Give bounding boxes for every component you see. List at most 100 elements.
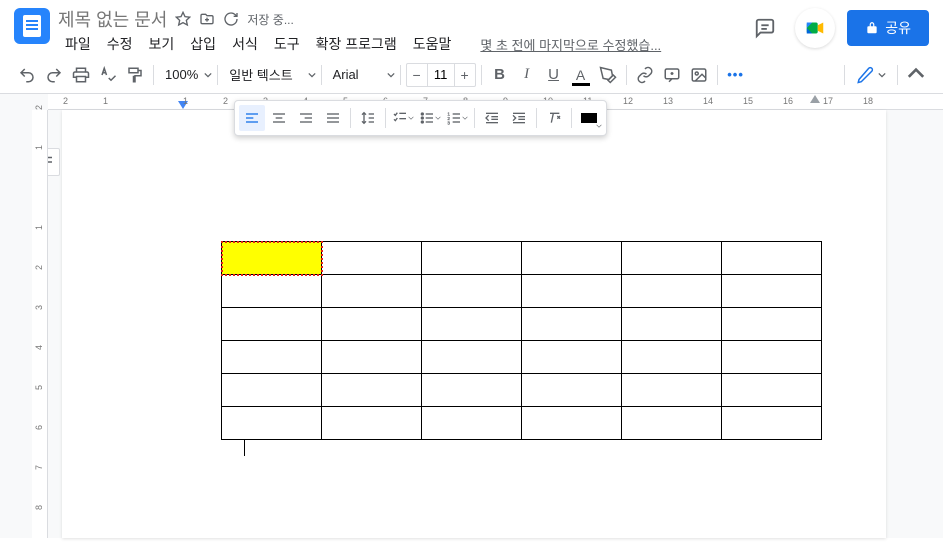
- menu-edit[interactable]: 수정: [100, 32, 140, 56]
- bold-button[interactable]: B: [487, 62, 513, 88]
- font-size-increase[interactable]: +: [455, 67, 475, 83]
- star-icon[interactable]: [175, 11, 191, 27]
- table-cell[interactable]: [322, 308, 422, 341]
- table-cell[interactable]: [422, 308, 522, 341]
- saving-status: 저장 중...: [247, 11, 293, 28]
- italic-button[interactable]: I: [514, 62, 540, 88]
- spellcheck-button[interactable]: [95, 62, 121, 88]
- style-dropdown[interactable]: 일반 텍스트: [223, 65, 315, 84]
- font-size-value[interactable]: 11: [427, 64, 455, 86]
- table-cell[interactable]: [622, 275, 722, 308]
- menu-help[interactable]: 도움말: [406, 32, 459, 56]
- pencil-icon: [856, 66, 874, 84]
- checklist-button[interactable]: [390, 105, 416, 131]
- chevron-down-icon: [878, 71, 886, 79]
- meet-icon[interactable]: [795, 8, 835, 48]
- table-cell[interactable]: [322, 341, 422, 374]
- image-button[interactable]: [686, 62, 712, 88]
- line-spacing-button[interactable]: [355, 105, 381, 131]
- underline-button[interactable]: U: [541, 62, 567, 88]
- table-cell[interactable]: [422, 374, 522, 407]
- table-cell[interactable]: [722, 242, 822, 275]
- table-cell[interactable]: [522, 308, 622, 341]
- highlight-button[interactable]: [595, 62, 621, 88]
- border-button[interactable]: [576, 105, 602, 131]
- table-cell[interactable]: [722, 341, 822, 374]
- menu-insert[interactable]: 삽입: [183, 32, 223, 56]
- align-center-button[interactable]: [266, 105, 292, 131]
- table-cell[interactable]: [422, 242, 522, 275]
- indent-button[interactable]: [506, 105, 532, 131]
- font-size-decrease[interactable]: −: [407, 67, 427, 83]
- bullet-list-button[interactable]: [417, 105, 443, 131]
- menu-file[interactable]: 파일: [58, 32, 98, 56]
- docs-logo[interactable]: [14, 8, 50, 44]
- table-cell[interactable]: [522, 242, 622, 275]
- document-page[interactable]: [62, 110, 886, 538]
- table-cell[interactable]: [622, 341, 722, 374]
- mode-dropdown[interactable]: [850, 64, 892, 86]
- table-cell[interactable]: [222, 275, 322, 308]
- cloud-sync-icon[interactable]: [223, 11, 239, 27]
- share-button[interactable]: 공유: [847, 10, 929, 46]
- table-cell[interactable]: [322, 242, 422, 275]
- floating-toolbar: 123: [234, 100, 607, 136]
- table-cell[interactable]: [222, 308, 322, 341]
- table-cell[interactable]: [722, 308, 822, 341]
- menu-tools[interactable]: 도구: [267, 32, 307, 56]
- undo-button[interactable]: [14, 62, 40, 88]
- table-cell[interactable]: [322, 407, 422, 440]
- table-cell[interactable]: [422, 275, 522, 308]
- font-dropdown[interactable]: Arial: [327, 67, 395, 82]
- table-cell[interactable]: [222, 242, 322, 275]
- table-cell[interactable]: [722, 407, 822, 440]
- text-cursor: [244, 440, 245, 456]
- table-cell[interactable]: [322, 374, 422, 407]
- table-cell[interactable]: [422, 407, 522, 440]
- zoom-dropdown[interactable]: 100%: [159, 67, 212, 82]
- redo-button[interactable]: [41, 62, 67, 88]
- table-cell[interactable]: [622, 374, 722, 407]
- table-cell[interactable]: [522, 275, 622, 308]
- comment-button[interactable]: [659, 62, 685, 88]
- outdent-button[interactable]: [479, 105, 505, 131]
- table-cell[interactable]: [622, 242, 722, 275]
- indent-marker-right[interactable]: [810, 94, 820, 103]
- doc-title[interactable]: 제목 없는 문서: [58, 6, 167, 32]
- table-cell[interactable]: [322, 275, 422, 308]
- table-cell[interactable]: [522, 407, 622, 440]
- numbered-list-button[interactable]: 123: [444, 105, 470, 131]
- document-table[interactable]: [221, 241, 822, 440]
- clear-format-button[interactable]: [541, 105, 567, 131]
- menu-bar: 파일 수정 보기 삽입 서식 도구 확장 프로그램 도움말 몇 초 전에 마지막…: [58, 32, 747, 56]
- vertical-ruler[interactable]: 2112345678: [32, 110, 48, 538]
- menu-view[interactable]: 보기: [142, 32, 182, 56]
- font-size-control[interactable]: − 11 +: [406, 63, 476, 87]
- align-left-button[interactable]: [239, 105, 265, 131]
- text-color-button[interactable]: A: [568, 62, 594, 88]
- table-cell[interactable]: [722, 374, 822, 407]
- link-button[interactable]: [632, 62, 658, 88]
- paint-format-button[interactable]: [122, 62, 148, 88]
- table-cell[interactable]: [222, 407, 322, 440]
- more-button[interactable]: •••: [723, 62, 749, 88]
- menu-format[interactable]: 서식: [225, 32, 265, 56]
- table-cell[interactable]: [422, 341, 522, 374]
- table-cell[interactable]: [222, 374, 322, 407]
- align-justify-button[interactable]: [320, 105, 346, 131]
- print-button[interactable]: [68, 62, 94, 88]
- comments-icon[interactable]: [747, 10, 783, 46]
- table-cell[interactable]: [522, 374, 622, 407]
- svg-text:3: 3: [447, 121, 450, 126]
- last-edit-link[interactable]: 몇 초 전에 마지막으로 수정했습...: [480, 35, 661, 54]
- expand-button[interactable]: [903, 62, 929, 88]
- menu-extensions[interactable]: 확장 프로그램: [309, 32, 404, 56]
- table-cell[interactable]: [622, 407, 722, 440]
- table-cell[interactable]: [522, 341, 622, 374]
- align-right-button[interactable]: [293, 105, 319, 131]
- table-cell[interactable]: [722, 275, 822, 308]
- table-cell[interactable]: [222, 341, 322, 374]
- lock-icon: [865, 21, 879, 35]
- table-cell[interactable]: [622, 308, 722, 341]
- move-folder-icon[interactable]: [199, 11, 215, 27]
